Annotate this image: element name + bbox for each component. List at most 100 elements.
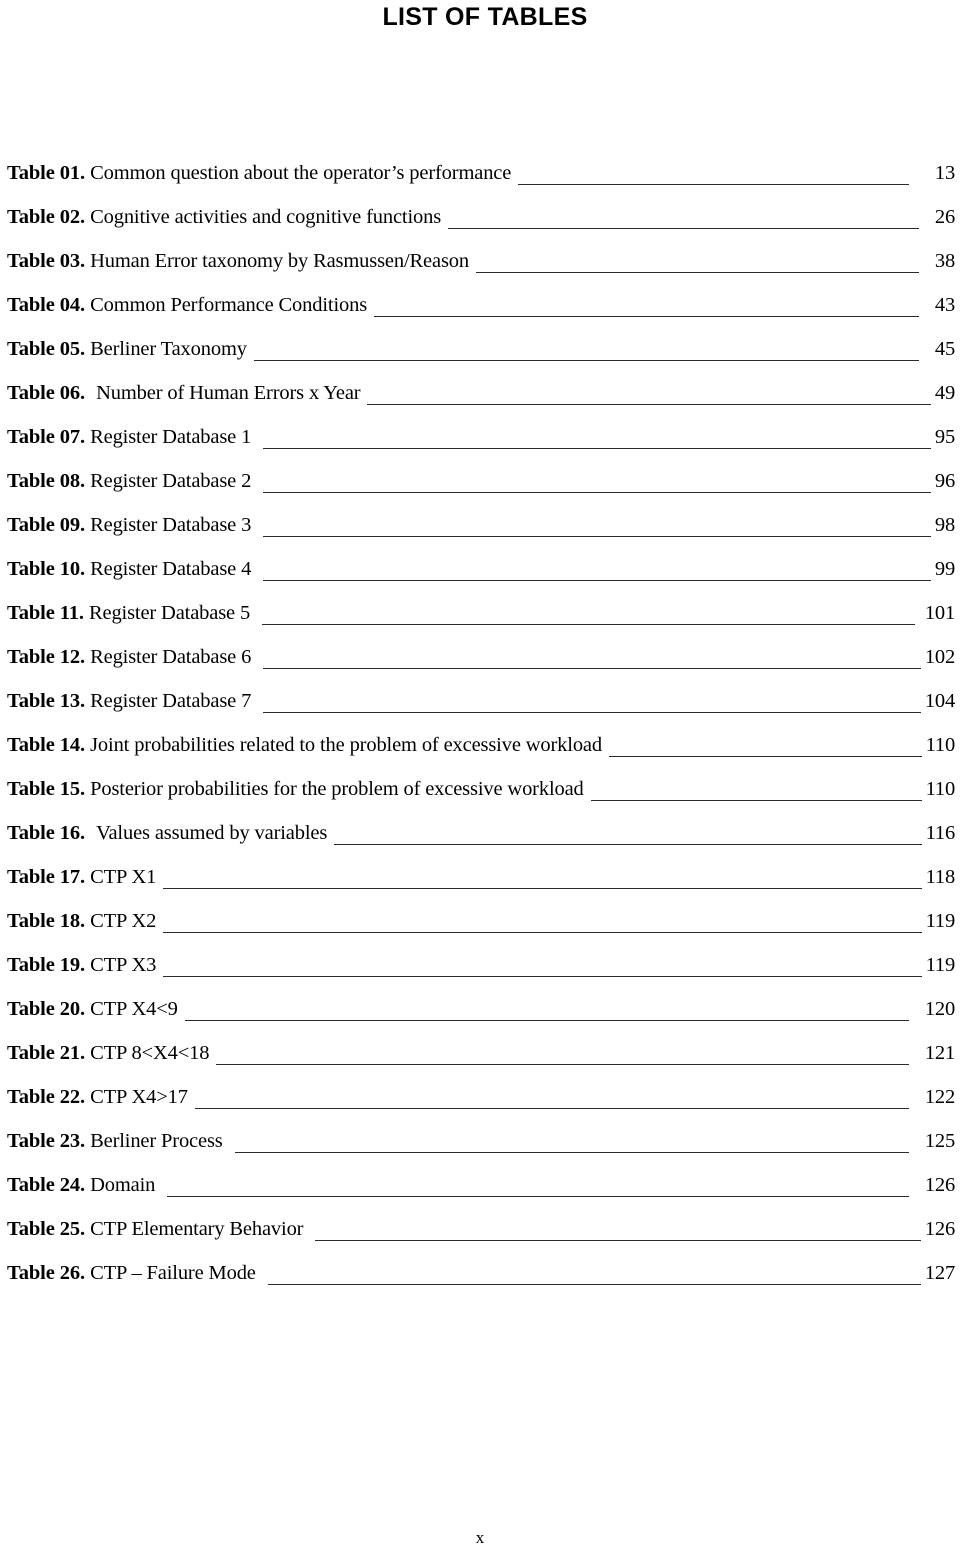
toc-entry-label: Table 07. bbox=[7, 426, 86, 448]
toc-leader-line bbox=[188, 1084, 925, 1128]
toc-entry-title: Register Database 2 bbox=[90, 470, 252, 492]
toc-entry-title: Register Database 3 bbox=[90, 514, 252, 536]
toc-entry-title: CTP X4>17 bbox=[90, 1086, 188, 1108]
toc-entry-page-number: 127 bbox=[924, 1262, 955, 1284]
toc-entry-label: Table 06. bbox=[7, 382, 86, 404]
toc-entry[interactable]: Table 10. Register Database 4 99 bbox=[7, 556, 955, 600]
toc-leader-line bbox=[250, 600, 925, 644]
toc-entry-page-number: 95 bbox=[934, 426, 955, 448]
toc-leader-line bbox=[251, 644, 925, 688]
toc-entry-page-number: 26 bbox=[934, 206, 955, 228]
toc-leader-line bbox=[156, 908, 925, 952]
toc-entry-label: Table 11. bbox=[7, 602, 84, 624]
toc-entry[interactable]: Table 15. Posterior probabilities for the… bbox=[7, 776, 955, 820]
toc-entry-title: Register Database 1 bbox=[90, 426, 252, 448]
toc-entry-page-number: 13 bbox=[934, 162, 955, 184]
toc-entry[interactable]: Table 25. CTP Elementary Behavior 126 bbox=[7, 1216, 955, 1260]
toc-entry[interactable]: Table 04. Common Performance Conditions 43 bbox=[7, 292, 955, 336]
toc-entry[interactable]: Table 18. CTP X2 119 bbox=[7, 908, 955, 952]
toc-entry-title: Common Performance Conditions bbox=[90, 294, 368, 316]
toc-entry-label: Table 17. bbox=[7, 866, 86, 888]
toc-entry-label: Table 24. bbox=[7, 1174, 86, 1196]
toc-leader-line bbox=[469, 248, 935, 292]
toc-leader-line bbox=[367, 292, 935, 336]
toc-entry-page-number: 96 bbox=[934, 470, 955, 492]
toc-entry[interactable]: Table 22. CTP X4>17 122 bbox=[7, 1084, 955, 1128]
toc-entry-label: Table 10. bbox=[7, 558, 86, 580]
toc-entry[interactable]: Table 08. Register Database 2 96 bbox=[7, 468, 955, 512]
toc-leader-line bbox=[156, 864, 925, 908]
toc-entry-title: CTP 8<X4<18 bbox=[90, 1042, 210, 1064]
toc-entry[interactable]: Table 01. Common question about the opera… bbox=[7, 160, 955, 204]
toc-entry-page-number: 110 bbox=[925, 734, 955, 756]
toc-entry-title: Values assumed by variables bbox=[96, 822, 328, 844]
toc-leader-line bbox=[155, 1172, 925, 1216]
toc-entry-title: Common question about the operator’s per… bbox=[90, 162, 512, 184]
toc-entry[interactable]: Table 19. CTP X3 119 bbox=[7, 952, 955, 996]
toc-entry[interactable]: Table 17. CTP X1 118 bbox=[7, 864, 955, 908]
toc-entry-title: Register Database 5 bbox=[88, 602, 251, 624]
toc-entry-title: Cognitive activities and cognitive funct… bbox=[90, 206, 442, 228]
page-title: LIST OF TABLES bbox=[382, 3, 588, 31]
toc-entry-page-number: 43 bbox=[934, 294, 955, 316]
toc-entry-label: Table 12. bbox=[7, 646, 86, 668]
toc-entry[interactable]: Table 07. Register Database 1 95 bbox=[7, 424, 955, 468]
toc-entry-label: Table 25. bbox=[7, 1218, 86, 1240]
toc-leader-line bbox=[441, 204, 935, 248]
toc-entry-page-number: 121 bbox=[924, 1042, 955, 1064]
toc-entry[interactable]: Table 03. Human Error taxonomy by Rasmuss… bbox=[7, 248, 955, 292]
toc-entry-page-number: 119 bbox=[925, 910, 955, 932]
toc-entry-label: Table 09. bbox=[7, 514, 86, 536]
toc-entry-label: Table 22. bbox=[7, 1086, 86, 1108]
toc-entry[interactable]: Table 16. Values assumed by variables 116 bbox=[7, 820, 955, 864]
toc-leader-line bbox=[178, 996, 925, 1040]
toc-entry-page-number: 122 bbox=[924, 1086, 955, 1108]
toc-entry-label: Table 02. bbox=[7, 206, 86, 228]
toc-entry-label: Table 19. bbox=[7, 954, 86, 976]
toc-entry-title: CTP X2 bbox=[90, 910, 157, 932]
toc-leader-line bbox=[251, 688, 925, 732]
toc-entry-page-number: 126 bbox=[924, 1174, 955, 1196]
toc-entry[interactable]: Table 06. Number of Human Errors x Year 49 bbox=[7, 380, 955, 424]
toc-entry[interactable]: Table 02. Cognitive activities and cognit… bbox=[7, 204, 955, 248]
toc-entry-page-number: 126 bbox=[924, 1218, 955, 1240]
toc-entry[interactable]: Table 26. CTP – Failure Mode 127 bbox=[7, 1260, 955, 1304]
toc-entry-page-number: 101 bbox=[924, 602, 955, 624]
toc-entry[interactable]: Table 21. CTP 8<X4<18 121 bbox=[7, 1040, 955, 1084]
toc-entry-page-number: 120 bbox=[924, 998, 955, 1020]
toc-leader-line bbox=[360, 380, 934, 424]
toc-entry-label: Table 26. bbox=[7, 1262, 86, 1284]
page-folio: x bbox=[475, 1528, 485, 1547]
toc-entry-title: Register Database 7 bbox=[90, 690, 252, 712]
toc-entry[interactable]: Table 09. Register Database 3 98 bbox=[7, 512, 955, 556]
toc-entry[interactable]: Table 14. Joint probabilities related to … bbox=[7, 732, 955, 776]
toc-entry-page-number: 99 bbox=[934, 558, 955, 580]
toc-entry-page-number: 119 bbox=[925, 954, 955, 976]
toc-entry[interactable]: Table 13. Register Database 7 104 bbox=[7, 688, 955, 732]
toc-entry-title: CTP X3 bbox=[90, 954, 157, 976]
toc-entry[interactable]: Table 05. Berliner Taxonomy 45 bbox=[7, 336, 955, 380]
toc-entry-title: Posterior probabilities for the problem … bbox=[90, 778, 584, 800]
toc-entry-title: CTP X4<9 bbox=[90, 998, 178, 1020]
toc-entry[interactable]: Table 24. Domain 126 bbox=[7, 1172, 955, 1216]
toc-entry-label: Table 20. bbox=[7, 998, 86, 1020]
toc-entry-label: Table 08. bbox=[7, 470, 86, 492]
toc-leader-line bbox=[602, 732, 926, 776]
toc-entry[interactable]: Table 23. Berliner Process 125 bbox=[7, 1128, 955, 1172]
toc-entry-label: Table 04. bbox=[7, 294, 86, 316]
toc-leader-line bbox=[251, 468, 935, 512]
toc-entry[interactable]: Table 11. Register Database 5 101 bbox=[7, 600, 955, 644]
toc-entry-page-number: 125 bbox=[924, 1130, 955, 1152]
toc-entry-title: Human Error taxonomy by Rasmussen/Reason bbox=[90, 250, 469, 272]
toc-entry-label: Table 23. bbox=[7, 1130, 86, 1152]
toc-entry[interactable]: Table 20. CTP X4<9 120 bbox=[7, 996, 955, 1040]
toc-entry-page-number: 110 bbox=[925, 778, 955, 800]
toc-entry-page-number: 98 bbox=[934, 514, 955, 536]
toc-entry-page-number: 118 bbox=[925, 866, 955, 888]
toc-entry[interactable]: Table 12. Register Database 6 102 bbox=[7, 644, 955, 688]
document-page: LIST OF TABLES Table 01. Common question … bbox=[0, 0, 960, 1550]
toc-entry-title: Register Database 6 bbox=[90, 646, 252, 668]
toc-leader-line bbox=[584, 776, 926, 820]
toc-leader-line bbox=[327, 820, 925, 864]
toc-leader-line bbox=[511, 160, 935, 204]
